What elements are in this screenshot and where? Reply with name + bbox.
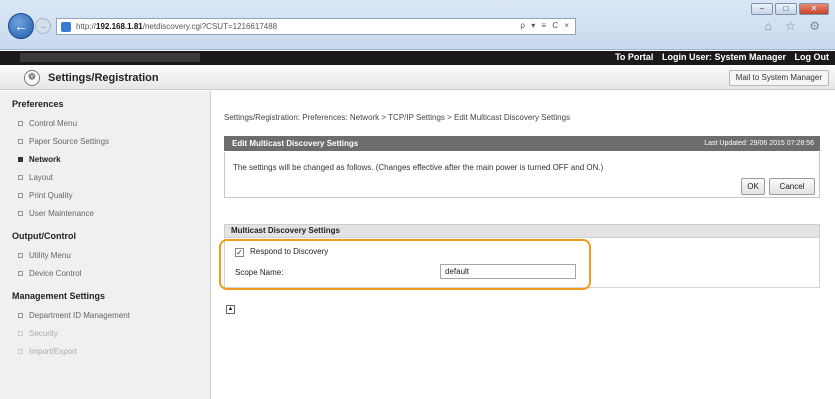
title-bar: ❁ Settings/Registration Mail to System M…	[0, 66, 835, 90]
to-portal-link[interactable]: To Portal	[615, 52, 653, 62]
login-user-text: Login User: System Manager	[661, 52, 786, 62]
browser-toolbar: – □ ✕ ← → http://192.168.1.81/netdiscove…	[0, 0, 835, 50]
sidebar: Preferences Control Menu Paper Source Se…	[0, 91, 211, 399]
bullet-icon	[18, 253, 23, 258]
sidebar-item-control-menu[interactable]: Control Menu	[0, 115, 210, 133]
log-out-link[interactable]: Log Out	[795, 52, 830, 62]
panel-title: Edit Multicast Discovery Settings Last U…	[224, 136, 820, 151]
address-tools-icons[interactable]: ρ ▾ ≡ C ×	[520, 21, 571, 30]
home-star-gear-icons[interactable]: ⌂ ☆ ⚙	[765, 19, 825, 33]
url-text: http://192.168.1.81/netdiscovery.cgi?CSU…	[76, 22, 278, 31]
window-controls: – □ ✕	[751, 3, 829, 15]
scope-name-input[interactable]	[440, 264, 576, 279]
bullet-icon	[18, 331, 23, 336]
sidebar-heading-management-settings: Management Settings	[12, 291, 106, 301]
scope-name-label: Scope Name:	[235, 268, 284, 277]
respond-to-discovery-label: Respond to Discovery	[250, 247, 329, 256]
settings-gear-icon: ❁	[24, 70, 40, 86]
panel-body: The settings will be changed as follows.…	[224, 152, 820, 198]
bullet-icon	[18, 121, 23, 126]
sidebar-heading-preferences: Preferences	[12, 99, 64, 109]
sidebar-item-department-id-management[interactable]: Department ID Management	[0, 307, 210, 325]
last-updated-text: Last Updated: 29/06 2015 07:28:56	[704, 140, 814, 147]
close-button[interactable]: ✕	[799, 3, 829, 15]
bullet-icon	[18, 139, 23, 144]
bullet-icon	[18, 157, 23, 162]
change-notice-text: The settings will be changed as follows.…	[233, 163, 604, 172]
page-icon	[61, 21, 71, 32]
bullet-icon	[18, 211, 23, 216]
sidebar-item-layout[interactable]: Layout	[0, 169, 210, 187]
back-arrow-icon[interactable]: ←	[8, 13, 34, 39]
sidebar-item-import-export[interactable]: Import/Export	[0, 343, 210, 361]
device-name-redacted	[20, 53, 200, 62]
page-title: Settings/Registration	[48, 72, 159, 84]
bullet-icon	[18, 175, 23, 180]
sidebar-item-security[interactable]: Security	[0, 325, 210, 343]
sidebar-item-network[interactable]: Network	[0, 151, 210, 169]
sidebar-item-paper-source-settings[interactable]: Paper Source Settings	[0, 133, 210, 151]
minimize-button[interactable]: –	[751, 3, 773, 15]
sidebar-item-print-quality[interactable]: Print Quality	[0, 187, 210, 205]
sidebar-item-device-control[interactable]: Device Control	[0, 265, 210, 283]
bullet-icon	[18, 193, 23, 198]
bullet-icon	[18, 349, 23, 354]
ok-button[interactable]: OK	[741, 178, 765, 195]
device-header: To Portal Login User: System Manager Log…	[0, 51, 835, 65]
page-top-icon[interactable]: ▲	[226, 305, 235, 314]
bullet-icon	[18, 313, 23, 318]
sidebar-item-utility-menu[interactable]: Utility Menu	[0, 247, 210, 265]
section-body: ✓ Respond to Discovery Scope Name:	[224, 238, 820, 288]
maximize-button[interactable]: □	[775, 3, 797, 15]
main-content: Settings/Registration: Preferences: Netw…	[218, 91, 835, 399]
mail-to-system-manager-button[interactable]: Mail to System Manager	[728, 70, 829, 86]
panel-title-text: Edit Multicast Discovery Settings	[232, 139, 359, 148]
respond-to-discovery-checkbox[interactable]: ✓	[235, 248, 244, 257]
bullet-icon	[18, 271, 23, 276]
breadcrumb: Settings/Registration: Preferences: Netw…	[224, 113, 571, 122]
section-title: Multicast Discovery Settings	[224, 224, 820, 238]
address-bar[interactable]: http://192.168.1.81/netdiscovery.cgi?CSU…	[56, 18, 576, 35]
sidebar-item-user-maintenance[interactable]: User Maintenance	[0, 205, 210, 223]
cancel-button[interactable]: Cancel	[769, 178, 815, 195]
sidebar-heading-output-control: Output/Control	[12, 231, 76, 241]
header-links: To Portal Login User: System Manager Log…	[615, 52, 829, 62]
forward-arrow-icon[interactable]: →	[35, 18, 51, 34]
